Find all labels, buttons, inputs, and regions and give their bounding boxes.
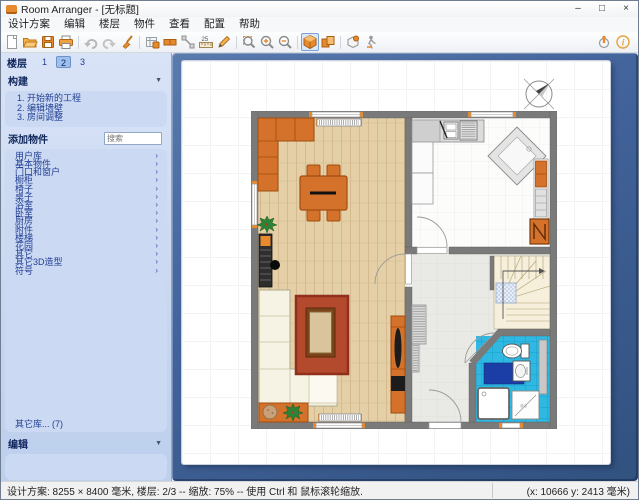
menu-help[interactable]: 帮助 bbox=[232, 17, 267, 32]
build-steps-panel: 1. 开始新的工程 2. 编辑墙壁 3. 房间调整 bbox=[5, 91, 167, 127]
sidebar: 楼层 1 2 3 构建 ▼ 1. 开始新的工程 2. 编辑墙壁 3. 房间调整 … bbox=[1, 53, 172, 481]
undo-icon[interactable] bbox=[82, 33, 100, 51]
category-symbols[interactable]: 符号› bbox=[5, 267, 167, 275]
title-bar: Room Arranger - [无标题] – □ × bbox=[1, 1, 638, 17]
shower-cabin[interactable]: 淋浴 bbox=[512, 391, 539, 419]
objects-3d-icon[interactable] bbox=[319, 33, 337, 51]
tv[interactable] bbox=[395, 328, 402, 368]
compass-icon[interactable] bbox=[520, 75, 558, 113]
new-icon[interactable] bbox=[3, 33, 21, 51]
status-bar: 设计方案: 8255 × 8400 毫米, 楼层: 2/3 -- 缩放: 75%… bbox=[1, 481, 638, 499]
wall-unit[interactable] bbox=[534, 159, 548, 219]
transform-icon[interactable] bbox=[179, 33, 197, 51]
drawing-canvas[interactable]: 淋浴 bbox=[172, 53, 638, 481]
floors-label: 楼层 bbox=[7, 55, 27, 70]
zoom-in-icon[interactable] bbox=[258, 33, 276, 51]
kitchen-counter[interactable] bbox=[412, 120, 484, 142]
redo-icon[interactable] bbox=[100, 33, 118, 51]
collapse-arrow-icon[interactable]: ▼ bbox=[155, 440, 162, 447]
toilet[interactable] bbox=[503, 344, 530, 358]
maximize-button[interactable]: □ bbox=[590, 1, 614, 17]
menu-floor[interactable]: 楼层 bbox=[92, 17, 127, 32]
app-icon bbox=[6, 5, 17, 14]
floor-lamp[interactable] bbox=[270, 260, 280, 270]
plan-page[interactable]: 淋浴 bbox=[182, 61, 610, 464]
edit-section-header[interactable]: 编辑 ▼ bbox=[1, 433, 171, 453]
toolbar: 25 i bbox=[1, 32, 638, 53]
menu-design[interactable]: 设计方案 bbox=[1, 17, 57, 32]
bath-sink[interactable] bbox=[513, 361, 530, 381]
measure-icon[interactable]: 25 bbox=[197, 33, 215, 51]
plan-settings-icon[interactable] bbox=[143, 33, 161, 51]
minimize-button[interactable]: – bbox=[566, 1, 590, 17]
view-3d-icon[interactable] bbox=[301, 33, 319, 51]
svg-text:i: i bbox=[622, 37, 625, 47]
floor-plan[interactable]: 淋浴 bbox=[251, 111, 557, 429]
close-button[interactable]: × bbox=[614, 1, 638, 17]
zoom-out-icon[interactable] bbox=[276, 33, 294, 51]
heater-unit[interactable] bbox=[530, 219, 549, 244]
bath-cabinet[interactable] bbox=[539, 340, 547, 394]
bookshelf[interactable] bbox=[259, 234, 272, 287]
menu-view[interactable]: 查看 bbox=[162, 17, 197, 32]
chevron-right-icon: › bbox=[155, 267, 158, 275]
potted-plant[interactable] bbox=[257, 216, 277, 233]
wall-icon[interactable] bbox=[161, 33, 179, 51]
window-title: Room Arranger - [无标题] bbox=[21, 2, 139, 17]
other-libraries-link[interactable]: 其它库... (7) bbox=[5, 418, 167, 430]
staircase[interactable] bbox=[494, 256, 550, 329]
status-plan-info: 设计方案: 8255 × 8400 毫米, 楼层: 2/3 -- 缩放: 75%… bbox=[1, 483, 492, 498]
app-window: Room Arranger - [无标题] – □ × 设计方案 编辑 楼层 物… bbox=[0, 0, 639, 500]
menu-bar: 设计方案 编辑 楼层 物件 查看 配置 帮助 bbox=[1, 17, 638, 32]
about-icon[interactable]: i bbox=[614, 33, 632, 51]
format-brush-icon[interactable] bbox=[118, 33, 136, 51]
stove[interactable] bbox=[460, 121, 477, 140]
floor-tab-1[interactable]: 1 bbox=[37, 56, 52, 68]
build-section-header[interactable]: 构建 ▼ bbox=[1, 70, 171, 90]
object-categories-panel: 用户库› 基本物件› 门口和窗户› 橱柜› 椅子› 桌子› 浴室› 卧室› 厨房… bbox=[5, 149, 167, 432]
step-adjust-rooms[interactable]: 3. 房间调整 bbox=[17, 113, 161, 123]
menu-object[interactable]: 物件 bbox=[127, 17, 162, 32]
tv-cabinet[interactable] bbox=[391, 316, 405, 413]
floor-tab-3[interactable]: 3 bbox=[75, 56, 90, 68]
floor-tabs: 楼层 1 2 3 bbox=[1, 53, 171, 70]
zoom-region-icon[interactable] bbox=[240, 33, 258, 51]
print-icon[interactable] bbox=[57, 33, 75, 51]
object-search-input[interactable] bbox=[104, 132, 162, 145]
shower-tray[interactable] bbox=[478, 388, 509, 419]
edit-panel bbox=[5, 454, 167, 480]
status-cursor-coords: (x: 10666 y: 2413 毫米) bbox=[492, 483, 638, 498]
add-objects-header: 添加物件 bbox=[1, 128, 171, 148]
menu-edit[interactable]: 编辑 bbox=[57, 17, 92, 32]
collapse-arrow-icon[interactable]: ▼ bbox=[155, 77, 162, 84]
menu-options[interactable]: 配置 bbox=[197, 17, 232, 32]
svg-text:淋浴: 淋浴 bbox=[520, 403, 528, 408]
coffee-table[interactable] bbox=[306, 308, 335, 357]
stair-landing bbox=[496, 283, 516, 303]
kitchen-cabinets[interactable] bbox=[412, 142, 433, 204]
pointer-mode-icon[interactable] bbox=[596, 33, 614, 51]
walk-mode-icon[interactable] bbox=[362, 33, 380, 51]
draw-icon[interactable] bbox=[215, 33, 233, 51]
open-icon[interactable] bbox=[21, 33, 39, 51]
save-icon[interactable] bbox=[39, 33, 57, 51]
walkthrough-3d-icon[interactable] bbox=[344, 33, 362, 51]
floor-tab-2[interactable]: 2 bbox=[56, 56, 71, 68]
